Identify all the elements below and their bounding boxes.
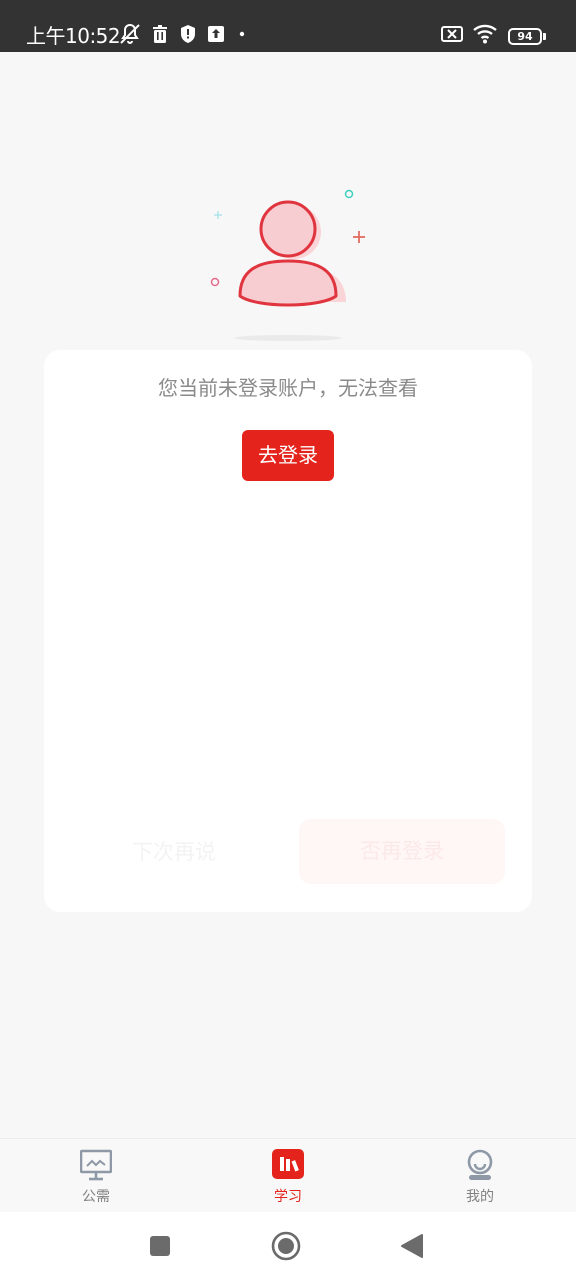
status-bar: 上午10:52 94	[0, 0, 576, 52]
status-icons-left	[118, 22, 250, 50]
upload-icon	[206, 24, 226, 48]
battery-level: 94	[508, 27, 542, 45]
home-icon[interactable]	[270, 1230, 302, 1262]
trash-icon	[150, 24, 170, 48]
login-prompt-card: 您当前未登录账户，无法查看 去登录 下次再说 否再登录	[44, 350, 532, 912]
books-icon	[272, 1149, 304, 1181]
tab-gongxu[interactable]: 公需	[36, 1139, 156, 1213]
retry-login-button[interactable]: 否再登录	[299, 819, 505, 884]
recent-apps-icon[interactable]	[144, 1230, 176, 1262]
sim-off-icon	[440, 24, 464, 48]
login-button[interactable]: 去登录	[242, 430, 334, 481]
bottom-tab-bar: 公需 学习 我的	[0, 1138, 576, 1212]
shield-icon	[178, 24, 198, 48]
status-icons-right: 94	[440, 24, 546, 48]
not-logged-in-message: 您当前未登录账户，无法查看	[158, 376, 418, 400]
user-avatar-icon	[210, 189, 365, 341]
back-icon[interactable]	[396, 1230, 428, 1262]
wifi-icon	[472, 23, 500, 49]
tab-label: 公需	[82, 1189, 110, 1205]
system-nav-bar	[0, 1212, 576, 1280]
profile-icon	[464, 1149, 496, 1181]
notifications-off-icon	[118, 22, 142, 50]
tab-wode[interactable]: 我的	[420, 1139, 540, 1213]
later-button[interactable]: 下次再说	[84, 820, 264, 884]
dot-icon	[234, 26, 250, 46]
tab-label: 我的	[466, 1189, 494, 1205]
monitor-chart-icon	[79, 1149, 113, 1181]
user-avatar-illustration	[200, 180, 380, 350]
battery-icon: 94	[508, 27, 546, 45]
status-time: 上午10:52	[26, 24, 121, 48]
tab-xuexi[interactable]: 学习	[228, 1139, 348, 1213]
tab-label: 学习	[274, 1189, 302, 1205]
